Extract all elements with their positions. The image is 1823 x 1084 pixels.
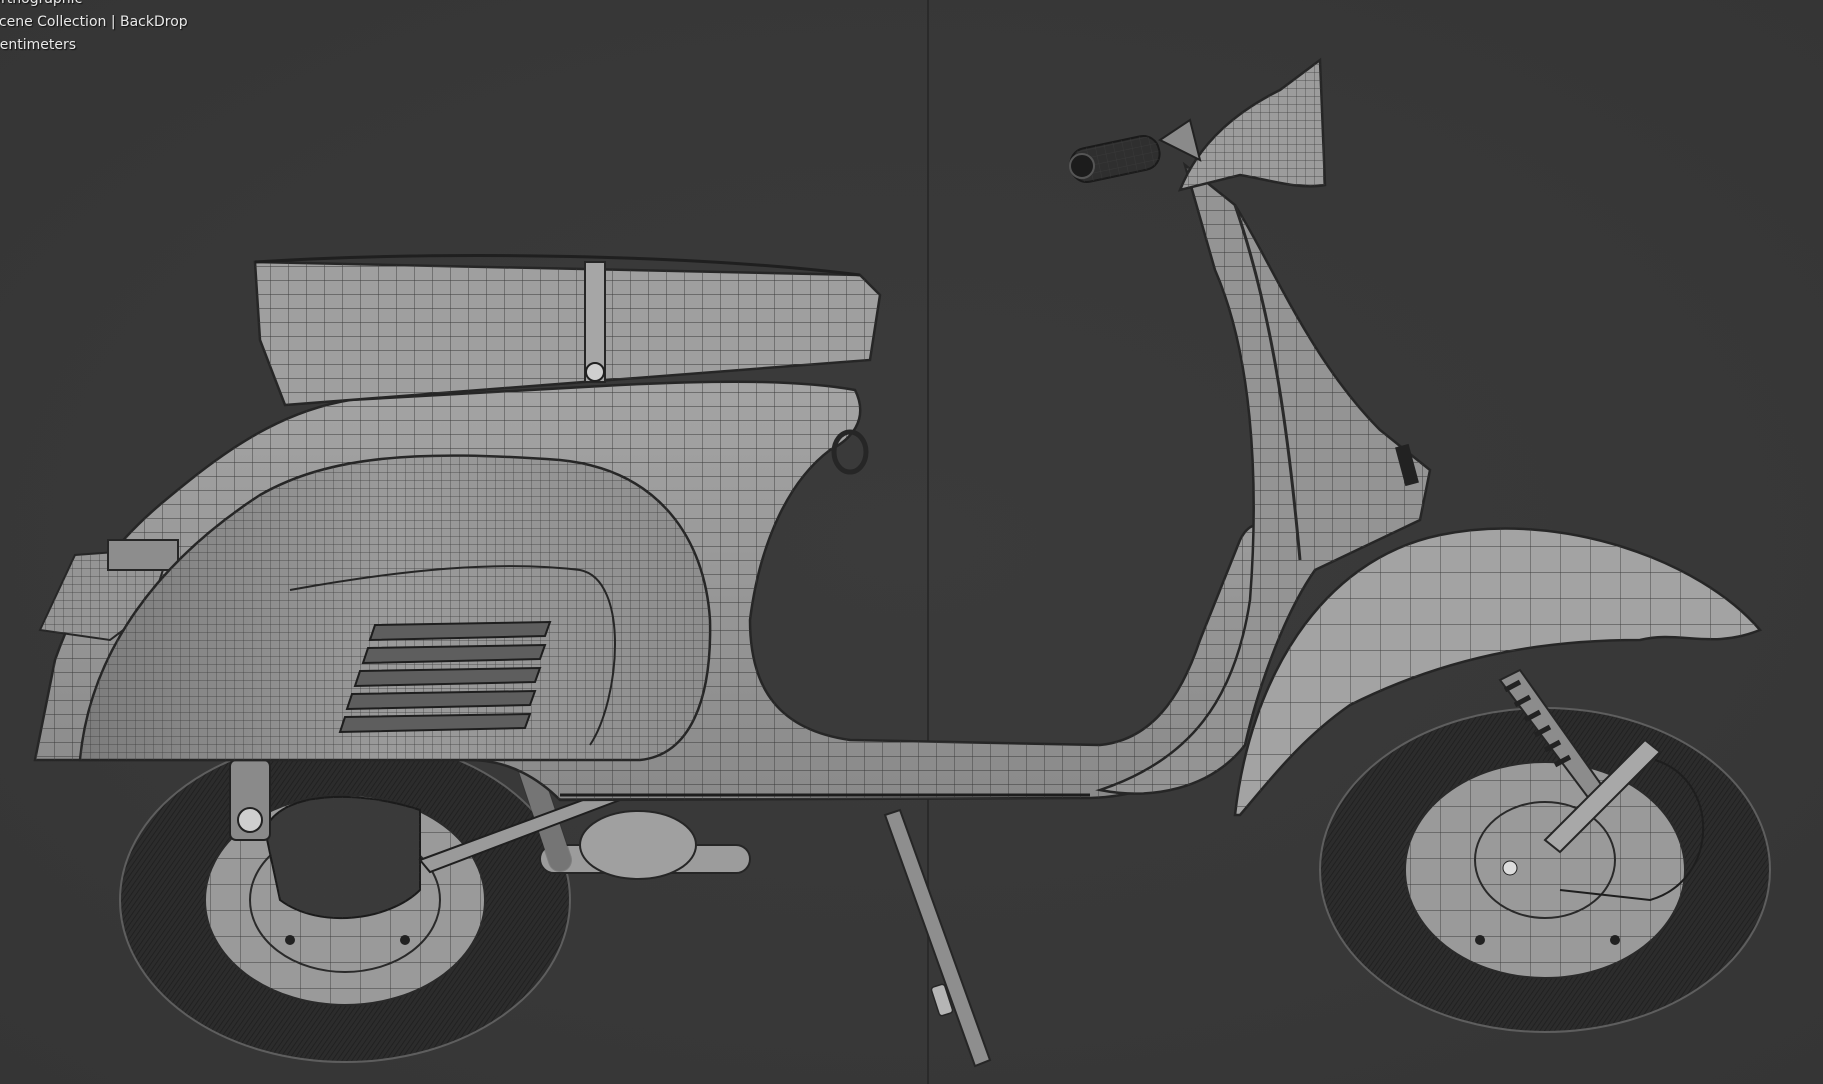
luggage-hook	[831, 429, 869, 475]
front-wheel	[1319, 707, 1771, 1033]
handlebar	[1069, 57, 1327, 192]
kickstand	[883, 808, 992, 1068]
scooter-model[interactable]	[0, 0, 1823, 1084]
3d-viewport[interactable]: Orthographic Scene Collection | BackDrop…	[0, 0, 1823, 1084]
